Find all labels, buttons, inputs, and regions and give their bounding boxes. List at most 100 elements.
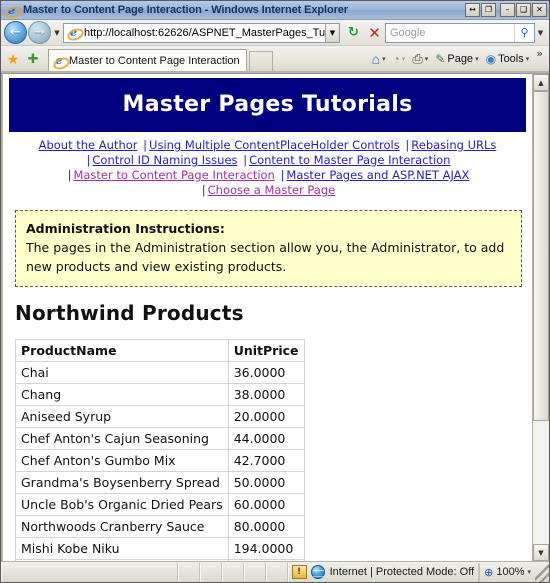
nav-link[interactable]: About the Author	[39, 138, 138, 152]
minimize-button[interactable]: –	[500, 3, 515, 17]
internet-explorer-icon: e	[4, 3, 19, 18]
nav-link[interactable]: Choose a Master Page	[208, 183, 336, 197]
cell-unitprice: 44.0000	[227, 427, 305, 450]
zoom-control[interactable]: ⊕ 100% ▾	[479, 562, 535, 582]
page-banner: Master Pages Tutorials	[9, 78, 526, 132]
back-button[interactable]: ←	[4, 21, 27, 44]
command-overflow-icon[interactable]: »	[534, 47, 545, 60]
products-table: ProductName UnitPrice Chai 36.0000 Chang 38…	[15, 339, 305, 561]
cell-productname: Chef Anton's Cajun Seasoning	[15, 427, 229, 450]
address-bar[interactable]: e http://localhost:62626/ASPNET_MasterPa…	[63, 22, 340, 43]
instructions-title: Administration Instructions:	[26, 221, 225, 236]
address-input[interactable]: http://localhost:62626/ASPNET_MasterPage…	[84, 27, 325, 39]
command-bar: ⌂ ▾ ◔ ▾ ⎙ ▾ ✎ Page ▾ ◉ Tools ▾ »	[370, 47, 547, 71]
table-row: Grandma's Boysenberry Spread 50.0000	[15, 471, 305, 494]
page-viewport: Master Pages Tutorials About the Author …	[1, 73, 549, 561]
nav-link[interactable]: Content to Master Page Interaction	[249, 153, 450, 167]
nav-link[interactable]: Master to Content Page Interaction	[73, 168, 274, 182]
status-slot-3	[221, 562, 244, 582]
status-bar: ! Internet | Protected Mode: Off ⊕ 100% …	[1, 561, 549, 582]
resize-grip[interactable]	[535, 562, 549, 582]
tab-bar: ★ ✚ e Master to Content Page Interaction…	[1, 46, 549, 73]
nav-separator: |	[243, 153, 248, 167]
security-status-region[interactable]: ! Internet | Protected Mode: Off	[287, 562, 480, 582]
page-chevron-down-icon[interactable]: ▾	[475, 55, 479, 63]
page-icon: ✎	[435, 52, 446, 66]
status-slot-5	[265, 562, 288, 582]
cell-productname: Chef Anton's Gumbo Mix	[15, 449, 229, 472]
scrollbar-track[interactable]	[533, 91, 549, 544]
table-row: Northwoods Cranberry Sauce 80.0000	[15, 515, 305, 538]
cell-productname: Uncle Bob's Organic Dried Pears	[15, 493, 229, 516]
cell-unitprice: 80.0000	[227, 515, 305, 538]
scroll-down-button[interactable]: ▼	[533, 544, 549, 561]
search-provider-chevron-down-icon[interactable]: ▼	[535, 29, 546, 37]
page-title: Northwind Products	[15, 301, 244, 325]
close-button[interactable]: ✕	[532, 3, 547, 17]
refresh-button[interactable]: ↻	[343, 22, 364, 43]
cell-unitprice: 42.7000	[227, 449, 305, 472]
address-chevron-down-icon[interactable]: ▼	[325, 23, 339, 42]
search-icon[interactable]: ⚲	[514, 23, 534, 42]
stop-icon: ✕	[368, 23, 381, 42]
forward-arrow-icon: →	[34, 25, 45, 40]
new-tab-button[interactable]	[248, 51, 273, 71]
cell-productname: Grandma's Boysenberry Spread	[15, 471, 229, 494]
browser-window: e Master to Content Page Interaction - W…	[0, 0, 550, 583]
table-row: Mishi Kobe Niku 194.0000	[15, 537, 305, 560]
feeds-button[interactable]: ◔ ▾	[391, 48, 411, 70]
search-input[interactable]: Google	[386, 27, 514, 39]
home-chevron-down-icon[interactable]: ▾	[382, 55, 386, 63]
page-content: Master Pages Tutorials About the Author …	[3, 74, 532, 561]
nav-link[interactable]: Master Pages and ASP.NET AJAX	[286, 168, 469, 182]
status-slot-2	[199, 562, 222, 582]
home-icon: ⌂	[371, 51, 381, 67]
tools-menu-button[interactable]: ◉ Tools ▾	[484, 48, 535, 70]
move-window-button[interactable]: ↔	[465, 3, 480, 17]
title-bar: e Master to Content Page Interaction - W…	[1, 1, 549, 20]
table-row: Aniseed Syrup 20.0000	[15, 405, 305, 428]
page-menu-button[interactable]: ✎ Page ▾	[433, 48, 483, 70]
vertical-scrollbar[interactable]: ▲ ▼	[532, 74, 549, 561]
favorites-center-icon[interactable]: ★	[3, 47, 23, 71]
tools-chevron-down-icon[interactable]: ▾	[526, 55, 530, 63]
refresh-icon: ↻	[348, 25, 359, 40]
forward-button[interactable]: →	[28, 21, 51, 44]
nav-separator: |	[143, 138, 148, 152]
cell-unitprice: 194.0000	[227, 537, 305, 560]
print-button[interactable]: ⎙ ▾	[410, 48, 433, 70]
status-message	[1, 562, 178, 582]
browser-tab[interactable]: e Master to Content Page Interaction	[48, 49, 247, 71]
print-chevron-down-icon[interactable]: ▾	[425, 55, 429, 63]
maximize-button[interactable]: ❑	[516, 3, 531, 17]
search-box[interactable]: Google ⚲	[385, 22, 535, 43]
recent-pages-chevron-down-icon[interactable]: ▼	[51, 29, 63, 37]
zoom-level-label: 100%	[496, 566, 525, 578]
scrollbar-thumb[interactable]	[533, 91, 549, 421]
add-to-favorites-icon[interactable]: ✚	[23, 47, 43, 71]
table-row: Chai 36.0000	[15, 361, 305, 384]
security-zone-label: Internet | Protected Mode: Off	[329, 566, 475, 578]
nav-link[interactable]: Rebasing URLs	[411, 138, 496, 152]
tab-favicon-icon: e	[52, 54, 66, 68]
column-header-unitprice: UnitPrice	[227, 339, 305, 362]
restore-window-button[interactable]: ❐	[481, 3, 496, 17]
column-header-productname: ProductName	[15, 339, 229, 362]
status-slot-1	[177, 562, 200, 582]
site-navigation-links: About the Author | Using Multiple Content…	[11, 138, 524, 198]
table-row: Chef Anton's Cajun Seasoning 44.0000	[15, 427, 305, 450]
cell-unitprice: 50.0000	[227, 471, 305, 494]
scroll-up-button[interactable]: ▲	[533, 74, 549, 91]
tab-label: Master to Content Page Interaction	[69, 54, 240, 67]
cell-productname: Chang	[15, 383, 229, 406]
stop-button[interactable]: ✕	[364, 22, 385, 43]
nav-link[interactable]: Control ID Naming Issues	[92, 153, 237, 167]
cell-productname: Northwoods Cranberry Sauce	[15, 515, 229, 538]
feeds-chevron-down-icon[interactable]: ▾	[402, 55, 406, 63]
home-button[interactable]: ⌂ ▾	[370, 48, 391, 70]
printer-icon: ⎙	[412, 51, 423, 66]
nav-link[interactable]: Using Multiple ContentPlaceHolder Contro…	[149, 138, 400, 152]
zoom-chevron-down-icon[interactable]: ▾	[527, 568, 531, 576]
table-header-row: ProductName UnitPrice	[15, 339, 305, 362]
window-controls: ↔ ❐ – ❑ ✕	[465, 3, 547, 17]
